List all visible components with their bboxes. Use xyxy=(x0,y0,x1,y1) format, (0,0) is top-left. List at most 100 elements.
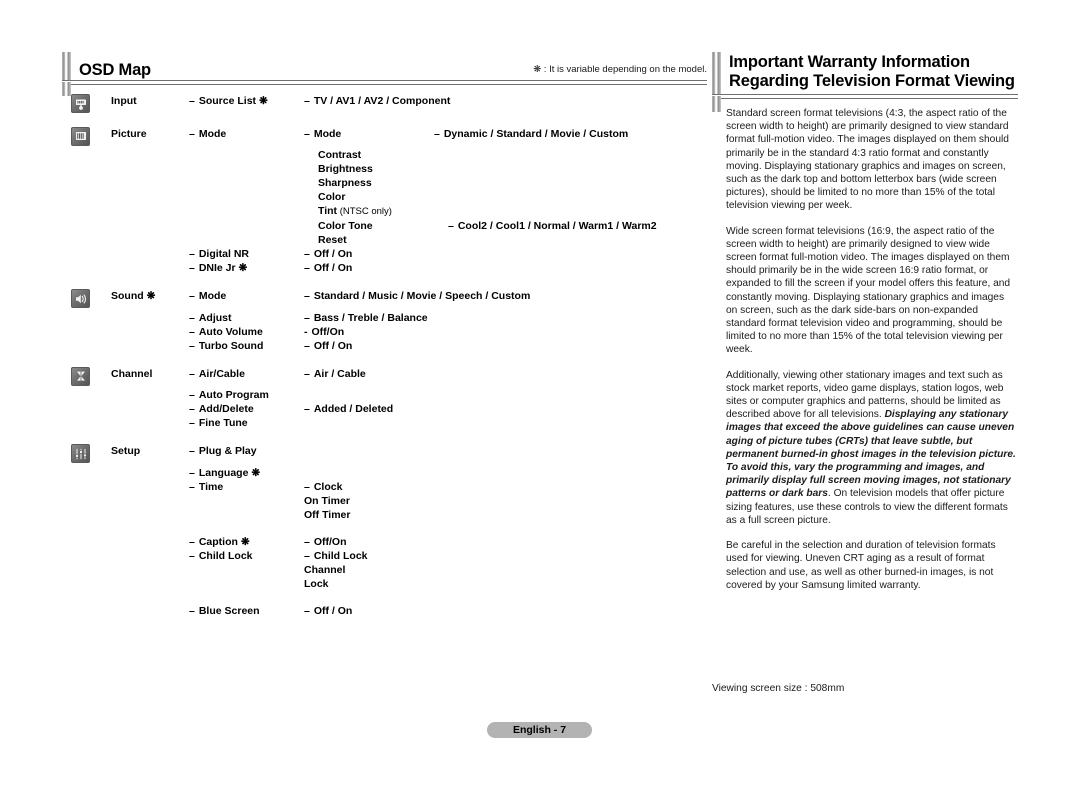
osd-level2-item: Brightness xyxy=(304,162,448,176)
osd-menu-row: Lock xyxy=(71,577,707,591)
osd-map-column: OSD Map ❋ : It is variable depending on … xyxy=(62,52,707,629)
menu-item-label: Off Timer xyxy=(304,508,351,521)
picture-screen-icon xyxy=(71,126,90,146)
osd-section: Channel – Air/Cable – Air / Cable – Auto Progr… xyxy=(71,366,707,431)
osd-level2-item: – Child Lock xyxy=(304,549,434,563)
warranty-text: Be careful in the selection and duration… xyxy=(726,540,996,591)
osd-section: Input – Source List ❋ – TV / AV1 / AV2 / Com… xyxy=(71,94,707,116)
bullet-dash: – xyxy=(189,127,195,140)
menu-item-label: Lock xyxy=(304,577,329,590)
menu-item-label: Brightness xyxy=(318,163,373,175)
osd-section: Picture – Mode – Mode – Dynamic / Standard / M… xyxy=(71,126,707,276)
bullet-dash: – xyxy=(189,549,195,562)
osd-menu-row: – Blue Screen – Off / On xyxy=(71,604,707,618)
osd-level1-item: – Air/Cable xyxy=(189,367,304,381)
menu-item-label: Contrast xyxy=(318,149,362,161)
menu-item-label: Turbo Sound xyxy=(198,339,264,352)
bullet-dash: – xyxy=(189,480,195,493)
osd-level3-item: – Cool2 / Cool1 / Normal / Warm1 / Warm2 xyxy=(448,219,707,233)
menu-item-label: Blue Screen xyxy=(198,604,260,617)
osd-menu-row: – Adjust – Bass / Treble / Balance xyxy=(71,311,707,325)
warranty-text: Standard screen format televisions (4:3,… xyxy=(726,108,1009,212)
warranty-paragraph: Wide screen format televisions (16:9, th… xyxy=(726,225,1018,357)
menu-item-label: Bass / Treble / Balance xyxy=(313,311,428,324)
osd-level2-item: – Clock xyxy=(304,480,434,494)
menu-item-label: Child Lock xyxy=(198,549,253,562)
osd-level1-item: – Turbo Sound xyxy=(189,339,304,353)
document-page: OSD Map ❋ : It is variable depending on … xyxy=(0,0,1080,786)
bullet-dash: – xyxy=(304,403,310,415)
bullet-dash: - xyxy=(304,325,308,338)
bullet-dash: – xyxy=(304,549,310,562)
bullet-dash: – xyxy=(304,535,310,548)
menu-item-label: Digital NR xyxy=(198,248,250,260)
osd-section-icon-cell xyxy=(71,366,111,389)
osd-menu-row: – Turbo Sound – Off / On xyxy=(71,339,707,353)
osd-level1-item: – Auto Volume xyxy=(189,325,304,339)
menu-item-label: Channel xyxy=(304,563,346,576)
osd-level2-item: - Off/On xyxy=(304,325,434,339)
model-variability-note: ❋ : It is variable depending on the mode… xyxy=(533,64,707,75)
osd-section: Sound ❋ – Mode – Standard / Music / Movie / … xyxy=(71,289,707,353)
warranty-paragraph-list: Standard screen format televisions (4:3,… xyxy=(726,107,1018,592)
osd-level2-item: – Off / On xyxy=(304,247,434,261)
bullet-dash: – xyxy=(304,262,310,274)
osd-menu-row: – Language ❋ xyxy=(71,466,707,480)
menu-item-note: (NTSC only) xyxy=(337,206,392,217)
sliders-setup-icon xyxy=(71,444,90,463)
menu-item-label: Color xyxy=(318,191,346,203)
bullet-dash: – xyxy=(304,127,310,140)
warranty-body: Standard screen format televisions (4:3,… xyxy=(712,96,1018,592)
menu-item-label: Color Tone xyxy=(318,220,373,232)
bullet-dash: – xyxy=(189,535,195,548)
osd-category-label: Input xyxy=(111,95,137,107)
osd-level2-item: Tint (NTSC only) xyxy=(304,204,448,219)
menu-item-label: Added / Deleted xyxy=(313,403,394,415)
osd-level1-item: – Plug & Play xyxy=(189,444,304,458)
osd-menu-row: – Time – Clock xyxy=(71,480,707,494)
warranty-body-accent-bar xyxy=(712,96,721,112)
bullet-dash: – xyxy=(304,367,310,380)
warranty-header: Important Warranty Information Regarding… xyxy=(712,52,1018,94)
bullet-dash: – xyxy=(189,290,195,302)
osd-level1-item: – Fine Tune xyxy=(189,416,304,430)
osd-map-header: OSD Map ❋ : It is variable depending on … xyxy=(62,52,707,80)
osd-menu-row: – Auto Volume - Off/On xyxy=(71,325,707,339)
osd-level1-item: – Mode xyxy=(189,127,304,141)
menu-item-label: Off / On xyxy=(313,248,353,260)
menu-item-label: Source List ❋ xyxy=(198,95,268,107)
bullet-dash: – xyxy=(434,127,440,140)
osd-level2-item: Reset xyxy=(304,233,448,247)
input-connector-icon xyxy=(71,94,90,113)
osd-menu-row: Color Tone – Cool2 / Cool1 / Normal / Warm… xyxy=(71,219,707,233)
osd-menu-row: Picture – Mode – Mode – Dynamic / Standard / M… xyxy=(71,126,707,149)
bullet-dash: – xyxy=(189,325,195,338)
bullet-dash: – xyxy=(189,445,195,457)
menu-item-label: Standard / Music / Movie / Speech / Cust… xyxy=(313,290,531,302)
osd-menu-row: Contrast xyxy=(71,148,707,162)
osd-level2-item: Contrast xyxy=(304,148,448,162)
menu-item-label: Off / On xyxy=(313,604,353,617)
menu-item-label: Add/Delete xyxy=(198,403,254,415)
menu-item-label: Sharpness xyxy=(318,177,372,189)
menu-item-label: Off / On xyxy=(313,262,353,274)
warranty-column: Important Warranty Information Regarding… xyxy=(712,52,1018,604)
osd-menu-row: – DNIe Jr ❋ – Off / On xyxy=(71,261,707,275)
osd-level1-item: – Child Lock xyxy=(189,549,304,563)
menu-item-label: Off/On xyxy=(311,325,345,338)
osd-level2-item: – Air / Cable xyxy=(304,367,434,381)
antenna-channel-icon xyxy=(71,366,90,386)
osd-level2-item: – Off / On xyxy=(304,261,434,275)
osd-section-icon-cell xyxy=(71,126,111,149)
menu-item-label: Reset xyxy=(318,234,347,246)
page-number-badge: English - 7 xyxy=(487,722,592,738)
bullet-dash: – xyxy=(189,389,195,401)
menu-item-label: Child Lock xyxy=(313,549,368,562)
osd-menu-row: Reset xyxy=(71,233,707,247)
osd-section: Setup – Plug & Play – Language ❋ – Time – Clock O… xyxy=(71,444,707,618)
header-accent-bar xyxy=(62,52,71,80)
osd-menu-row: Channel xyxy=(71,563,707,577)
osd-menu-row: – Digital NR – Off / On xyxy=(71,247,707,261)
menu-item-label: TV / AV1 / AV2 / Component xyxy=(313,95,451,107)
osd-menu-row: Brightness xyxy=(71,162,707,176)
